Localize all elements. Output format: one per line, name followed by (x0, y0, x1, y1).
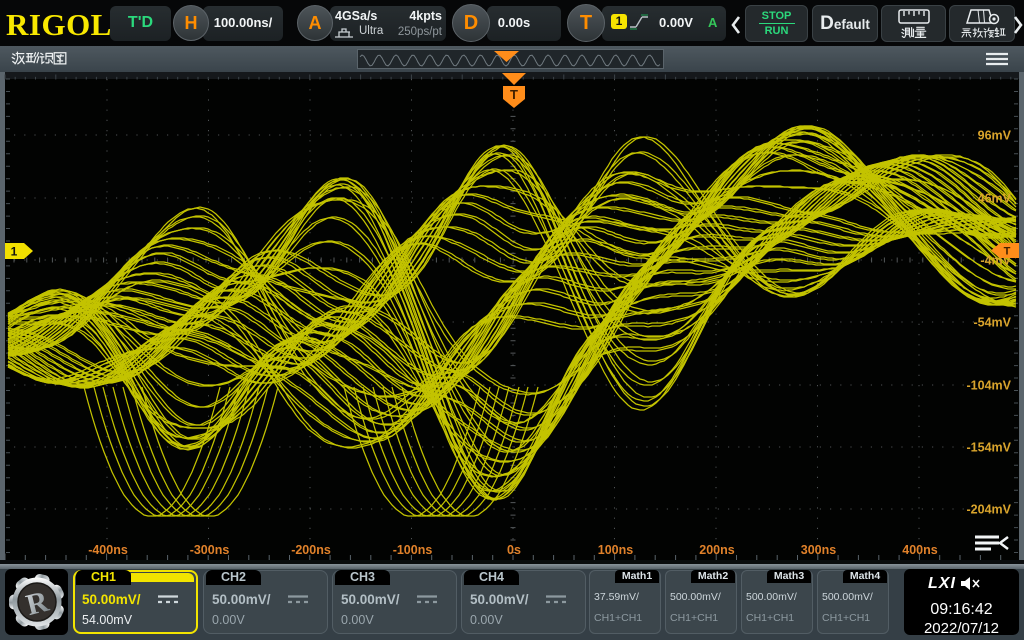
svg-text:96mV: 96mV (978, 129, 1012, 143)
svg-text:-54mV: -54mV (973, 316, 1011, 330)
svg-text:300ns: 300ns (801, 543, 836, 557)
svg-text:0s: 0s (507, 543, 521, 557)
svg-text:-200ns: -200ns (291, 543, 331, 557)
svg-text:-300ns: -300ns (190, 543, 230, 557)
svg-text:1: 1 (11, 245, 18, 259)
svg-text:400ns: 400ns (902, 543, 937, 557)
svg-text:-204mV: -204mV (967, 503, 1012, 517)
svg-text:-104mV: -104mV (967, 379, 1012, 393)
svg-text:100ns: 100ns (598, 543, 633, 557)
svg-text:-154mV: -154mV (967, 441, 1012, 455)
svg-text:200ns: 200ns (699, 543, 734, 557)
svg-text:46mV: 46mV (978, 192, 1012, 206)
svg-text:T: T (510, 87, 518, 102)
svg-text:-400ns: -400ns (88, 543, 128, 557)
svg-text:T: T (1004, 246, 1011, 258)
svg-text:-100ns: -100ns (393, 543, 433, 557)
